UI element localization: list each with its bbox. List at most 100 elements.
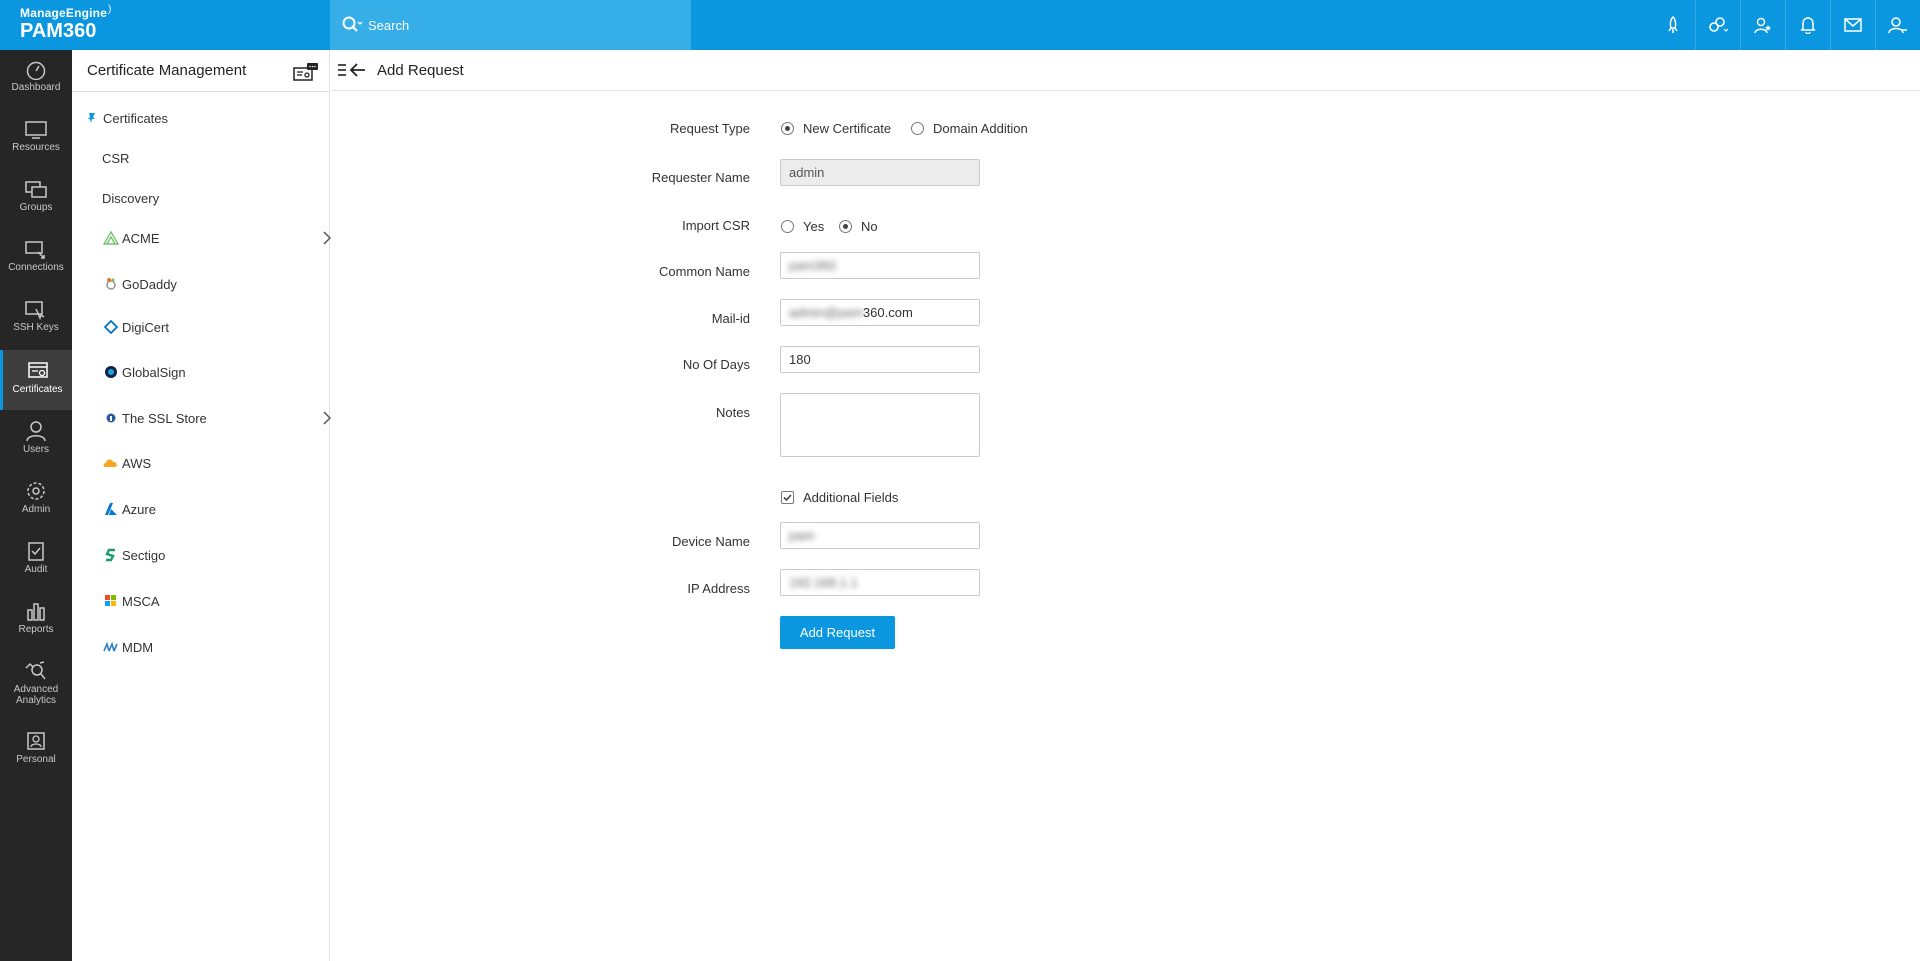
subnav-item-sectigo[interactable]: Sectigo xyxy=(102,540,359,570)
mail-id-visible-part: 360.com xyxy=(862,305,913,320)
radio-button[interactable] xyxy=(781,122,794,135)
subnav-item-godaddy[interactable]: GoDaddy xyxy=(102,269,359,299)
analytics-icon xyxy=(25,661,46,680)
nav-label: Personal xyxy=(16,754,56,765)
sslstore-icon xyxy=(102,411,120,425)
request-type-label: Request Type xyxy=(670,121,750,136)
checkbox[interactable] xyxy=(781,491,794,504)
nav-reports[interactable]: Reports xyxy=(0,590,72,650)
link-key-icon[interactable] xyxy=(1695,0,1740,50)
no-of-days-input[interactable]: 180 xyxy=(780,346,980,373)
rocket-icon[interactable] xyxy=(1650,0,1695,50)
chevron-right-icon[interactable] xyxy=(323,231,331,245)
chevron-right-icon[interactable] xyxy=(323,411,331,425)
subnav-label: GlobalSign xyxy=(122,364,186,380)
mail-id-input[interactable]: admin@pam 360.com xyxy=(780,299,980,326)
subnav-item-globalsign[interactable]: GlobalSign xyxy=(102,357,359,387)
nav-label: Audit xyxy=(24,564,48,575)
subnav-item-azure[interactable]: Azure xyxy=(102,494,359,524)
aws-icon xyxy=(102,457,120,469)
collapse-menu-back-icon[interactable] xyxy=(337,62,367,78)
common-name-input[interactable]: pam360 xyxy=(780,252,980,279)
device-name-input[interactable]: pam xyxy=(780,522,980,549)
user-star-icon[interactable] xyxy=(1740,0,1785,50)
subnav-item-csr[interactable]: CSR xyxy=(102,143,359,173)
subnav-label: DigiCert xyxy=(122,319,169,335)
subnav-label: MSCA xyxy=(122,593,160,609)
subnav-title: Certificate Management xyxy=(87,62,247,79)
content-header: Add Request xyxy=(331,50,1920,91)
subnav-item-certificates[interactable]: Certificates xyxy=(83,103,340,133)
radio-button[interactable] xyxy=(781,220,794,233)
ip-address-input[interactable]: 192.168.1.1 xyxy=(780,569,980,596)
personal-icon xyxy=(27,732,45,750)
additional-fields-checkbox[interactable]: Additional Fields xyxy=(781,490,898,505)
radio-import-csr-yes[interactable]: Yes xyxy=(781,219,824,234)
nav-dashboard[interactable]: Dashboard xyxy=(0,50,72,110)
nav-admin[interactable]: Admin xyxy=(0,470,72,530)
nav-ssh-keys[interactable]: SSH Keys xyxy=(0,290,72,350)
sectigo-icon xyxy=(102,547,120,563)
mail-icon[interactable] xyxy=(1830,0,1875,50)
certificate-chat-icon[interactable] xyxy=(293,62,319,82)
nav-label: SSH Keys xyxy=(13,322,59,333)
search-input[interactable] xyxy=(368,17,668,33)
radio-button[interactable] xyxy=(911,122,924,135)
subnav-label: ACME xyxy=(122,230,160,246)
subnav-item-aws[interactable]: AWS xyxy=(102,448,359,478)
pin-icon xyxy=(83,112,101,124)
subnav-item-digicert[interactable]: DigiCert xyxy=(102,312,359,342)
nav-users[interactable]: Users xyxy=(0,410,72,470)
ip-address-value: 192.168.1.1 xyxy=(789,575,858,590)
nav-label: Dashboard xyxy=(11,82,61,93)
nav-audit[interactable]: Audit xyxy=(0,530,72,590)
subnav-item-msca[interactable]: MSCA xyxy=(102,586,359,616)
product-name: PAM360 xyxy=(20,20,97,42)
certificate-icon xyxy=(27,362,48,378)
radio-label: Yes xyxy=(803,219,825,234)
radio-import-csr-no[interactable]: No xyxy=(839,219,878,234)
brand-logo[interactable]: ManageEngine PAM360 ) xyxy=(20,4,111,42)
radio-button[interactable] xyxy=(839,220,852,233)
main-nav: Dashboard Resources Groups Connections S… xyxy=(0,50,72,961)
nav-label: Admin xyxy=(21,504,51,515)
subnav-label: Sectigo xyxy=(122,547,166,563)
godaddy-icon xyxy=(102,277,120,291)
ssh-key-icon xyxy=(25,301,45,320)
nav-personal[interactable]: Personal xyxy=(0,720,72,780)
acme-icon xyxy=(102,231,120,245)
subnav-item-acme[interactable]: ACME xyxy=(102,223,331,253)
subnav-item-mdm[interactable]: MDM xyxy=(102,632,359,662)
nav-label: Certificates xyxy=(12,384,63,395)
user-icon xyxy=(26,421,46,442)
mail-id-label: Mail-id xyxy=(711,311,750,326)
nav-resources[interactable]: Resources xyxy=(0,110,72,170)
header-actions xyxy=(1650,0,1920,50)
nav-certificates[interactable]: Certificates xyxy=(0,350,72,410)
nav-label-line2: Analytics xyxy=(15,695,56,706)
digicert-icon xyxy=(102,320,120,334)
notes-textarea[interactable] xyxy=(780,393,980,457)
add-request-button[interactable]: Add Request xyxy=(780,616,895,649)
clipboard-check-icon xyxy=(28,542,44,561)
search-icon[interactable] xyxy=(340,13,364,37)
radio-label: Domain Addition xyxy=(933,121,1028,136)
notes-label: Notes xyxy=(716,405,750,420)
radio-domain-addition[interactable]: Domain Addition xyxy=(911,121,1028,136)
subnav-label: AWS xyxy=(122,455,152,471)
logo-arc-icon: ) xyxy=(108,4,112,15)
bell-icon[interactable] xyxy=(1785,0,1830,50)
nav-advanced-analytics[interactable]: Advanced Analytics xyxy=(0,650,72,720)
radio-new-certificate[interactable]: New Certificate xyxy=(781,121,891,136)
nav-label: Resources xyxy=(12,142,60,153)
subnav-item-the-ssl-store[interactable]: The SSL Store xyxy=(102,403,331,433)
radio-label: No xyxy=(861,219,878,234)
subnav-label: Azure xyxy=(122,501,156,517)
user-settings-icon[interactable] xyxy=(1875,0,1920,50)
nav-groups[interactable]: Groups xyxy=(0,170,72,230)
nav-connections[interactable]: Connections xyxy=(0,230,72,290)
subnav-item-discovery[interactable]: Discovery xyxy=(102,183,359,213)
nav-label: Reports xyxy=(18,624,54,635)
subnav-label: CSR xyxy=(102,150,130,166)
global-search[interactable] xyxy=(330,0,691,50)
